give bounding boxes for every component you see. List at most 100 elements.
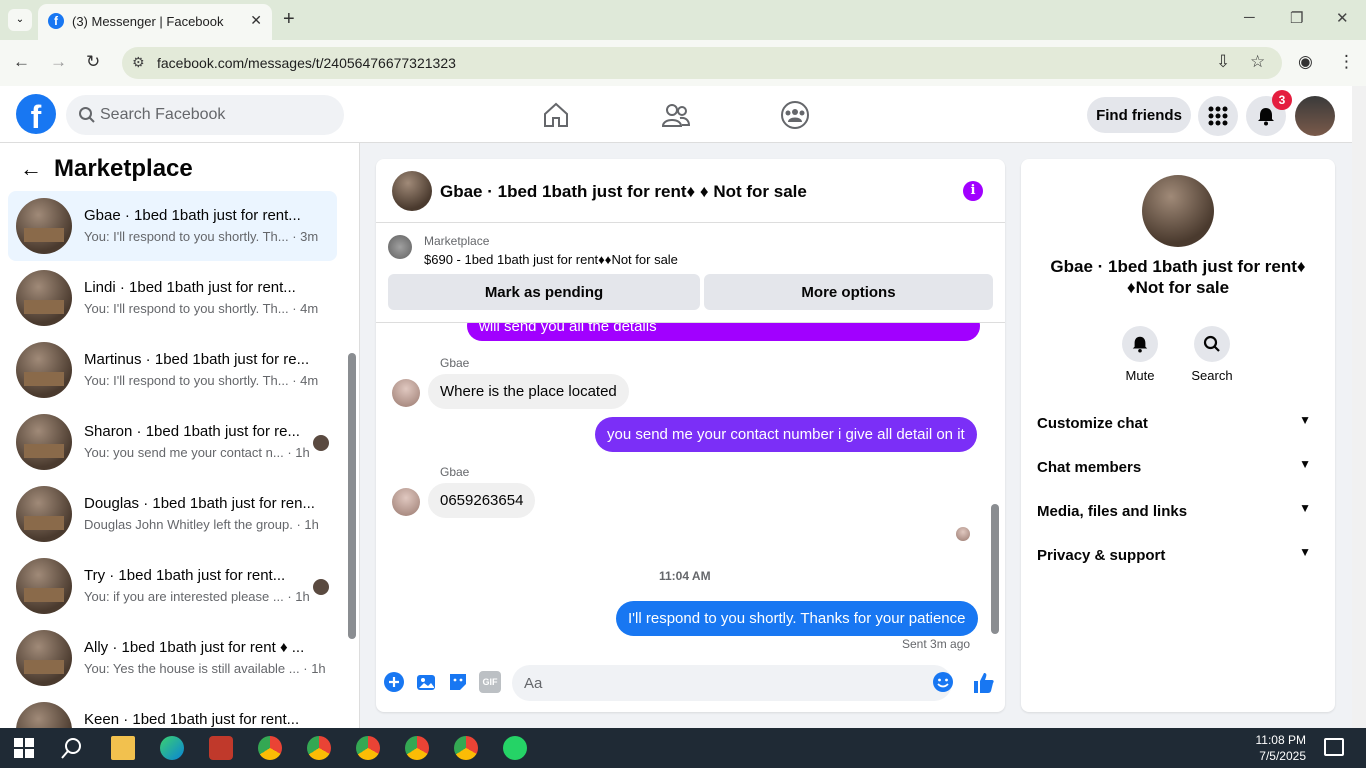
- mute-label: Mute: [1125, 368, 1155, 383]
- conversation-item[interactable]: Keen · 1bed 1bath just for rent...: [8, 695, 337, 728]
- conversation-item[interactable]: Martinus · 1bed 1bath just for re... You…: [8, 335, 337, 405]
- message-sender: Gbae: [440, 356, 470, 370]
- clock-time: 11:08 PM: [1255, 733, 1306, 747]
- new-tab-button[interactable]: +: [283, 8, 295, 31]
- close-window-icon[interactable]: ✕: [1336, 9, 1349, 27]
- app-icon[interactable]: [209, 736, 233, 760]
- chat-title[interactable]: Gbae · 1bed 1bath just for rent♦ ♦ Not f…: [440, 182, 807, 202]
- listing-title[interactable]: $690 - 1bed 1bath just for rent♦♦Not for…: [424, 252, 678, 267]
- conversation-item[interactable]: Lindi · 1bed 1bath just for rent... You:…: [8, 263, 337, 333]
- conversation-preview: You: I'll respond to you shortly. Th... …: [84, 301, 319, 316]
- privacy-support-row[interactable]: Privacy & support ▼: [1037, 535, 1319, 575]
- search-icon[interactable]: [60, 736, 84, 760]
- row-label: Media, files and links: [1037, 503, 1188, 520]
- inbox-header: ← Marketplace: [20, 155, 193, 183]
- facebook-search[interactable]: [66, 95, 344, 135]
- sticker-icon[interactable]: [447, 671, 469, 693]
- chrome-icon[interactable]: [307, 736, 331, 760]
- media-files-links-row[interactable]: Media, files and links ▼: [1037, 491, 1319, 531]
- chat-avatar[interactable]: [392, 171, 432, 211]
- file-explorer-icon[interactable]: [111, 736, 135, 760]
- friends-icon[interactable]: [661, 100, 691, 130]
- conversation-item[interactable]: Douglas · 1bed 1bath just for ren... Dou…: [8, 479, 337, 549]
- menu-button[interactable]: [1198, 96, 1238, 136]
- photo-icon[interactable]: [415, 671, 437, 693]
- address-bar[interactable]: ⚙ facebook.com/messages/t/24056476677321…: [122, 47, 1282, 79]
- marketplace-inbox: ← Marketplace Gbae · 1bed 1bath just for …: [0, 143, 360, 728]
- inbox-scrollbar[interactable]: [348, 353, 356, 639]
- seen-avatar: [313, 579, 329, 595]
- restore-icon[interactable]: ❐: [1290, 9, 1303, 27]
- conversation-item[interactable]: Try · 1bed 1bath just for rent... You: i…: [8, 551, 337, 621]
- search-action[interactable]: Search: [1182, 326, 1242, 383]
- windows-start-icon[interactable]: [12, 736, 36, 760]
- page-scrollbar[interactable]: [1352, 86, 1366, 728]
- message-list: will send you all the details Gbae Where…: [376, 323, 1005, 653]
- notification-center-icon[interactable]: [1324, 738, 1344, 756]
- tab-search-button[interactable]: ⌄: [8, 9, 32, 31]
- account-avatar[interactable]: [1295, 96, 1335, 136]
- conversation-item[interactable]: Ally · 1bed 1bath just for rent ♦ ... Yo…: [8, 623, 337, 693]
- conversation-name: Douglas · 1bed 1bath just for ren...: [84, 495, 315, 512]
- conversation-preview: You: if you are interested please ... · …: [84, 589, 310, 604]
- chrome-icon[interactable]: [405, 736, 429, 760]
- inbox-title: Marketplace: [54, 155, 193, 182]
- conversation-preview: You: I'll respond to you shortly. Th... …: [84, 373, 319, 388]
- chevron-down-icon: ▼: [1299, 545, 1311, 559]
- facebook-favicon-icon: f: [48, 13, 64, 29]
- browser-tab[interactable]: f (3) Messenger | Facebook ✕: [38, 4, 272, 40]
- install-app-icon[interactable]: ⇩: [1216, 52, 1230, 72]
- message-input[interactable]: [512, 665, 952, 701]
- chrome-icon[interactable]: [258, 736, 282, 760]
- row-label: Customize chat: [1037, 415, 1148, 432]
- search-input[interactable]: [100, 95, 330, 135]
- conversation-preview: You: Yes the house is still available ..…: [84, 661, 326, 676]
- more-options-button[interactable]: More options: [704, 274, 993, 310]
- forward-icon[interactable]: →: [50, 52, 67, 72]
- message-bubble-incoming: Where is the place located: [428, 374, 629, 409]
- customize-chat-row[interactable]: Customize chat ▼: [1037, 403, 1319, 443]
- find-friends-button[interactable]: Find friends: [1087, 97, 1191, 133]
- like-thumb-icon[interactable]: [972, 671, 996, 695]
- whatsapp-icon[interactable]: [503, 736, 527, 760]
- bookmark-star-icon[interactable]: ☆: [1250, 52, 1265, 72]
- home-icon[interactable]: [541, 100, 571, 130]
- conversation-item[interactable]: Gbae · 1bed 1bath just for rent... You: …: [8, 191, 337, 261]
- close-tab-icon[interactable]: ✕: [250, 12, 262, 29]
- emoji-icon[interactable]: [932, 671, 954, 693]
- chrome-icon[interactable]: [356, 736, 380, 760]
- contact-avatar[interactable]: [1142, 175, 1214, 247]
- conversation-name: Lindi · 1bed 1bath just for rent...: [84, 279, 296, 296]
- notification-badge: 3: [1272, 90, 1292, 110]
- gif-icon[interactable]: GIF: [479, 671, 501, 693]
- listing-thumbnail[interactable]: [388, 235, 412, 259]
- reload-icon[interactable]: ↻: [86, 52, 100, 72]
- minimize-icon[interactable]: ─: [1244, 9, 1255, 26]
- chat-scrollbar[interactable]: [991, 504, 999, 634]
- conversation-avatar: [16, 486, 72, 542]
- sender-avatar: [392, 379, 420, 407]
- facebook-logo-icon[interactable]: f: [16, 94, 56, 134]
- conversation-item[interactable]: Sharon · 1bed 1bath just for re... You: …: [8, 407, 337, 477]
- chevron-down-icon: ▼: [1299, 501, 1311, 515]
- conversation-avatar: [16, 198, 72, 254]
- system-clock[interactable]: 11:08 PM 7/5/2025: [1256, 732, 1306, 764]
- message-bubble-outgoing: will send you all the details: [467, 323, 980, 341]
- chrome-icon[interactable]: [454, 736, 478, 760]
- browser-menu-icon[interactable]: ⋮: [1338, 52, 1355, 72]
- mute-action[interactable]: Mute: [1110, 326, 1170, 383]
- back-icon[interactable]: ←: [13, 52, 30, 72]
- conversation-avatar: [16, 414, 72, 470]
- search-icon: [1203, 335, 1220, 352]
- groups-icon[interactable]: [780, 100, 810, 130]
- edge-icon[interactable]: [160, 736, 184, 760]
- plus-icon[interactable]: [383, 671, 405, 693]
- info-icon[interactable]: i: [963, 181, 983, 201]
- chat-members-row[interactable]: Chat members ▼: [1037, 447, 1319, 487]
- mark-pending-button[interactable]: Mark as pending: [388, 274, 700, 310]
- profile-icon[interactable]: ◉: [1298, 52, 1313, 72]
- message-bubble-outgoing: I'll respond to you shortly. Thanks for …: [616, 601, 978, 636]
- site-settings-icon[interactable]: ⚙: [132, 54, 145, 71]
- back-arrow-icon[interactable]: ←: [20, 156, 42, 181]
- read-receipt-avatar: [956, 527, 970, 541]
